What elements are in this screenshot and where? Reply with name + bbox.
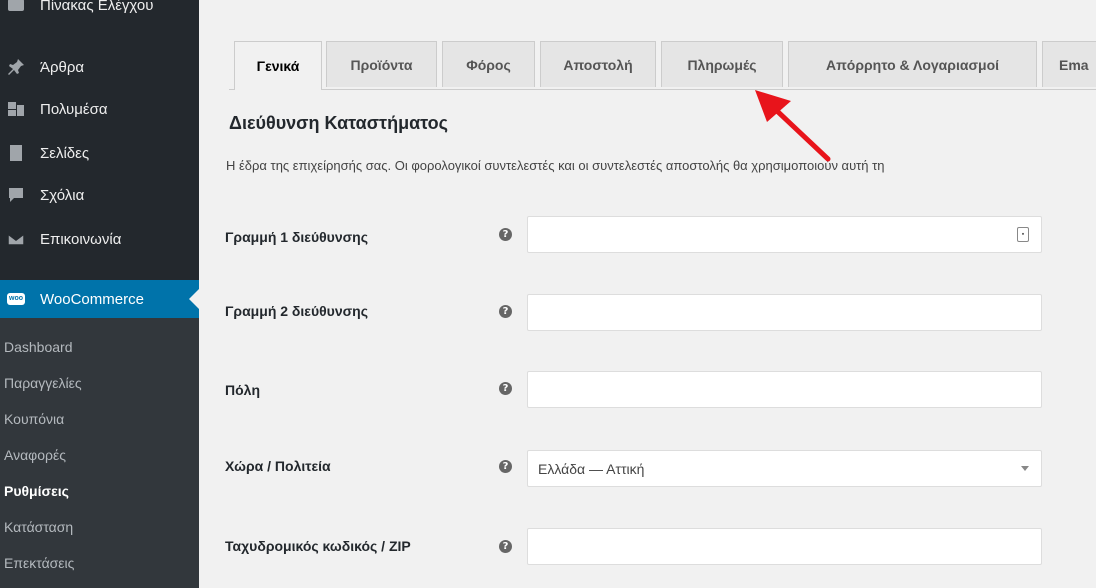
submenu-item-extensions[interactable]: Επεκτάσεις bbox=[4, 555, 74, 571]
submenu-item-settings[interactable]: Ρυθμίσεις bbox=[4, 483, 69, 499]
address-line2-field[interactable] bbox=[527, 294, 1042, 331]
mail-icon bbox=[5, 229, 27, 249]
sidebar-item-label: Επικοινωνία bbox=[40, 230, 122, 248]
settings-tabs: Γενικά Προϊόντα Φόρος Αποστολή Πληρωμές … bbox=[229, 41, 1096, 90]
sidebar-item-comments[interactable]: Σχόλια bbox=[0, 176, 199, 214]
media-icon bbox=[5, 99, 27, 119]
address-line2-label: Γραμμή 2 διεύθυνσης bbox=[225, 303, 369, 319]
pin-icon bbox=[5, 57, 27, 77]
tab-emails[interactable]: Ema bbox=[1042, 41, 1096, 87]
woocommerce-submenu: Dashboard Παραγγελίες Κουπόνια Αναφορές … bbox=[0, 318, 199, 588]
dashboard-icon bbox=[5, 0, 27, 15]
address-line1-field[interactable]: ▪ bbox=[527, 216, 1042, 253]
help-icon[interactable]: ? bbox=[499, 228, 512, 241]
tab-shipping[interactable]: Αποστολή bbox=[540, 41, 656, 87]
page-icon bbox=[5, 143, 27, 163]
sidebar-item-label: WooCommerce bbox=[40, 290, 144, 308]
current-menu-arrow bbox=[189, 289, 199, 309]
tab-payments[interactable]: Πληρωμές bbox=[661, 41, 783, 87]
tab-tax[interactable]: Φόρος bbox=[442, 41, 535, 87]
city-label: Πόλη bbox=[225, 382, 260, 398]
help-icon[interactable]: ? bbox=[499, 305, 512, 318]
submenu-item-status[interactable]: Κατάσταση bbox=[4, 519, 73, 535]
country-state-value: Ελλάδα — Αττική bbox=[538, 460, 645, 477]
sidebar-item-contact[interactable]: Επικοινωνία bbox=[0, 220, 199, 258]
comment-icon bbox=[5, 185, 27, 205]
sidebar-item-label: Πολυμέσα bbox=[40, 100, 108, 118]
sidebar-item-media[interactable]: Πολυμέσα bbox=[0, 90, 199, 128]
tab-products[interactable]: Προϊόντα bbox=[326, 41, 437, 87]
submenu-item-orders[interactable]: Παραγγελίες bbox=[4, 375, 82, 391]
postcode-label: Ταχυδρομικός κωδικός / ZIP bbox=[225, 538, 411, 554]
admin-sidebar: Πίνακας Ελέγχου Άρθρα Πολυμέσα Σελίδες Σ… bbox=[0, 0, 199, 588]
section-title: Διεύθυνση Καταστήματος bbox=[229, 113, 449, 133]
woo-icon: woo bbox=[5, 293, 27, 305]
sidebar-item-posts[interactable]: Άρθρα bbox=[0, 48, 199, 86]
help-icon[interactable]: ? bbox=[499, 540, 512, 553]
section-description: Η έδρα της επιχείρησής σας. Οι φορολογικ… bbox=[226, 158, 885, 173]
address-line1-label: Γραμμή 1 διεύθυνσης bbox=[225, 229, 369, 245]
help-icon[interactable]: ? bbox=[499, 460, 512, 473]
country-state-label: Χώρα / Πολιτεία bbox=[225, 458, 331, 474]
sidebar-item-woocommerce[interactable]: woo WooCommerce bbox=[0, 280, 199, 318]
postcode-field[interactable] bbox=[527, 528, 1042, 565]
autofill-contact-icon[interactable]: ▪ bbox=[1017, 227, 1029, 242]
submenu-item-reports[interactable]: Αναφορές bbox=[4, 447, 66, 463]
help-icon[interactable]: ? bbox=[499, 382, 512, 395]
tab-general[interactable]: Γενικά bbox=[234, 41, 322, 90]
submenu-item-dashboard[interactable]: Dashboard bbox=[4, 339, 73, 355]
submenu-item-coupons[interactable]: Κουπόνια bbox=[4, 411, 64, 427]
sidebar-item-pages[interactable]: Σελίδες bbox=[0, 134, 199, 172]
chevron-down-icon bbox=[1021, 466, 1029, 471]
sidebar-item-label: Σχόλια bbox=[40, 186, 85, 204]
city-field[interactable] bbox=[527, 371, 1042, 408]
sidebar-item-label: Σελίδες bbox=[40, 144, 90, 162]
sidebar-item-label: Πίνακας Ελέγχου bbox=[40, 0, 154, 14]
sidebar-item-label: Άρθρα bbox=[40, 58, 85, 76]
country-state-select[interactable]: Ελλάδα — Αττική bbox=[527, 450, 1042, 487]
sidebar-item-dashboard[interactable]: Πίνακας Ελέγχου bbox=[0, 0, 199, 24]
tab-privacy-accounts[interactable]: Απόρρητο & Λογαριασμοί bbox=[788, 41, 1037, 87]
